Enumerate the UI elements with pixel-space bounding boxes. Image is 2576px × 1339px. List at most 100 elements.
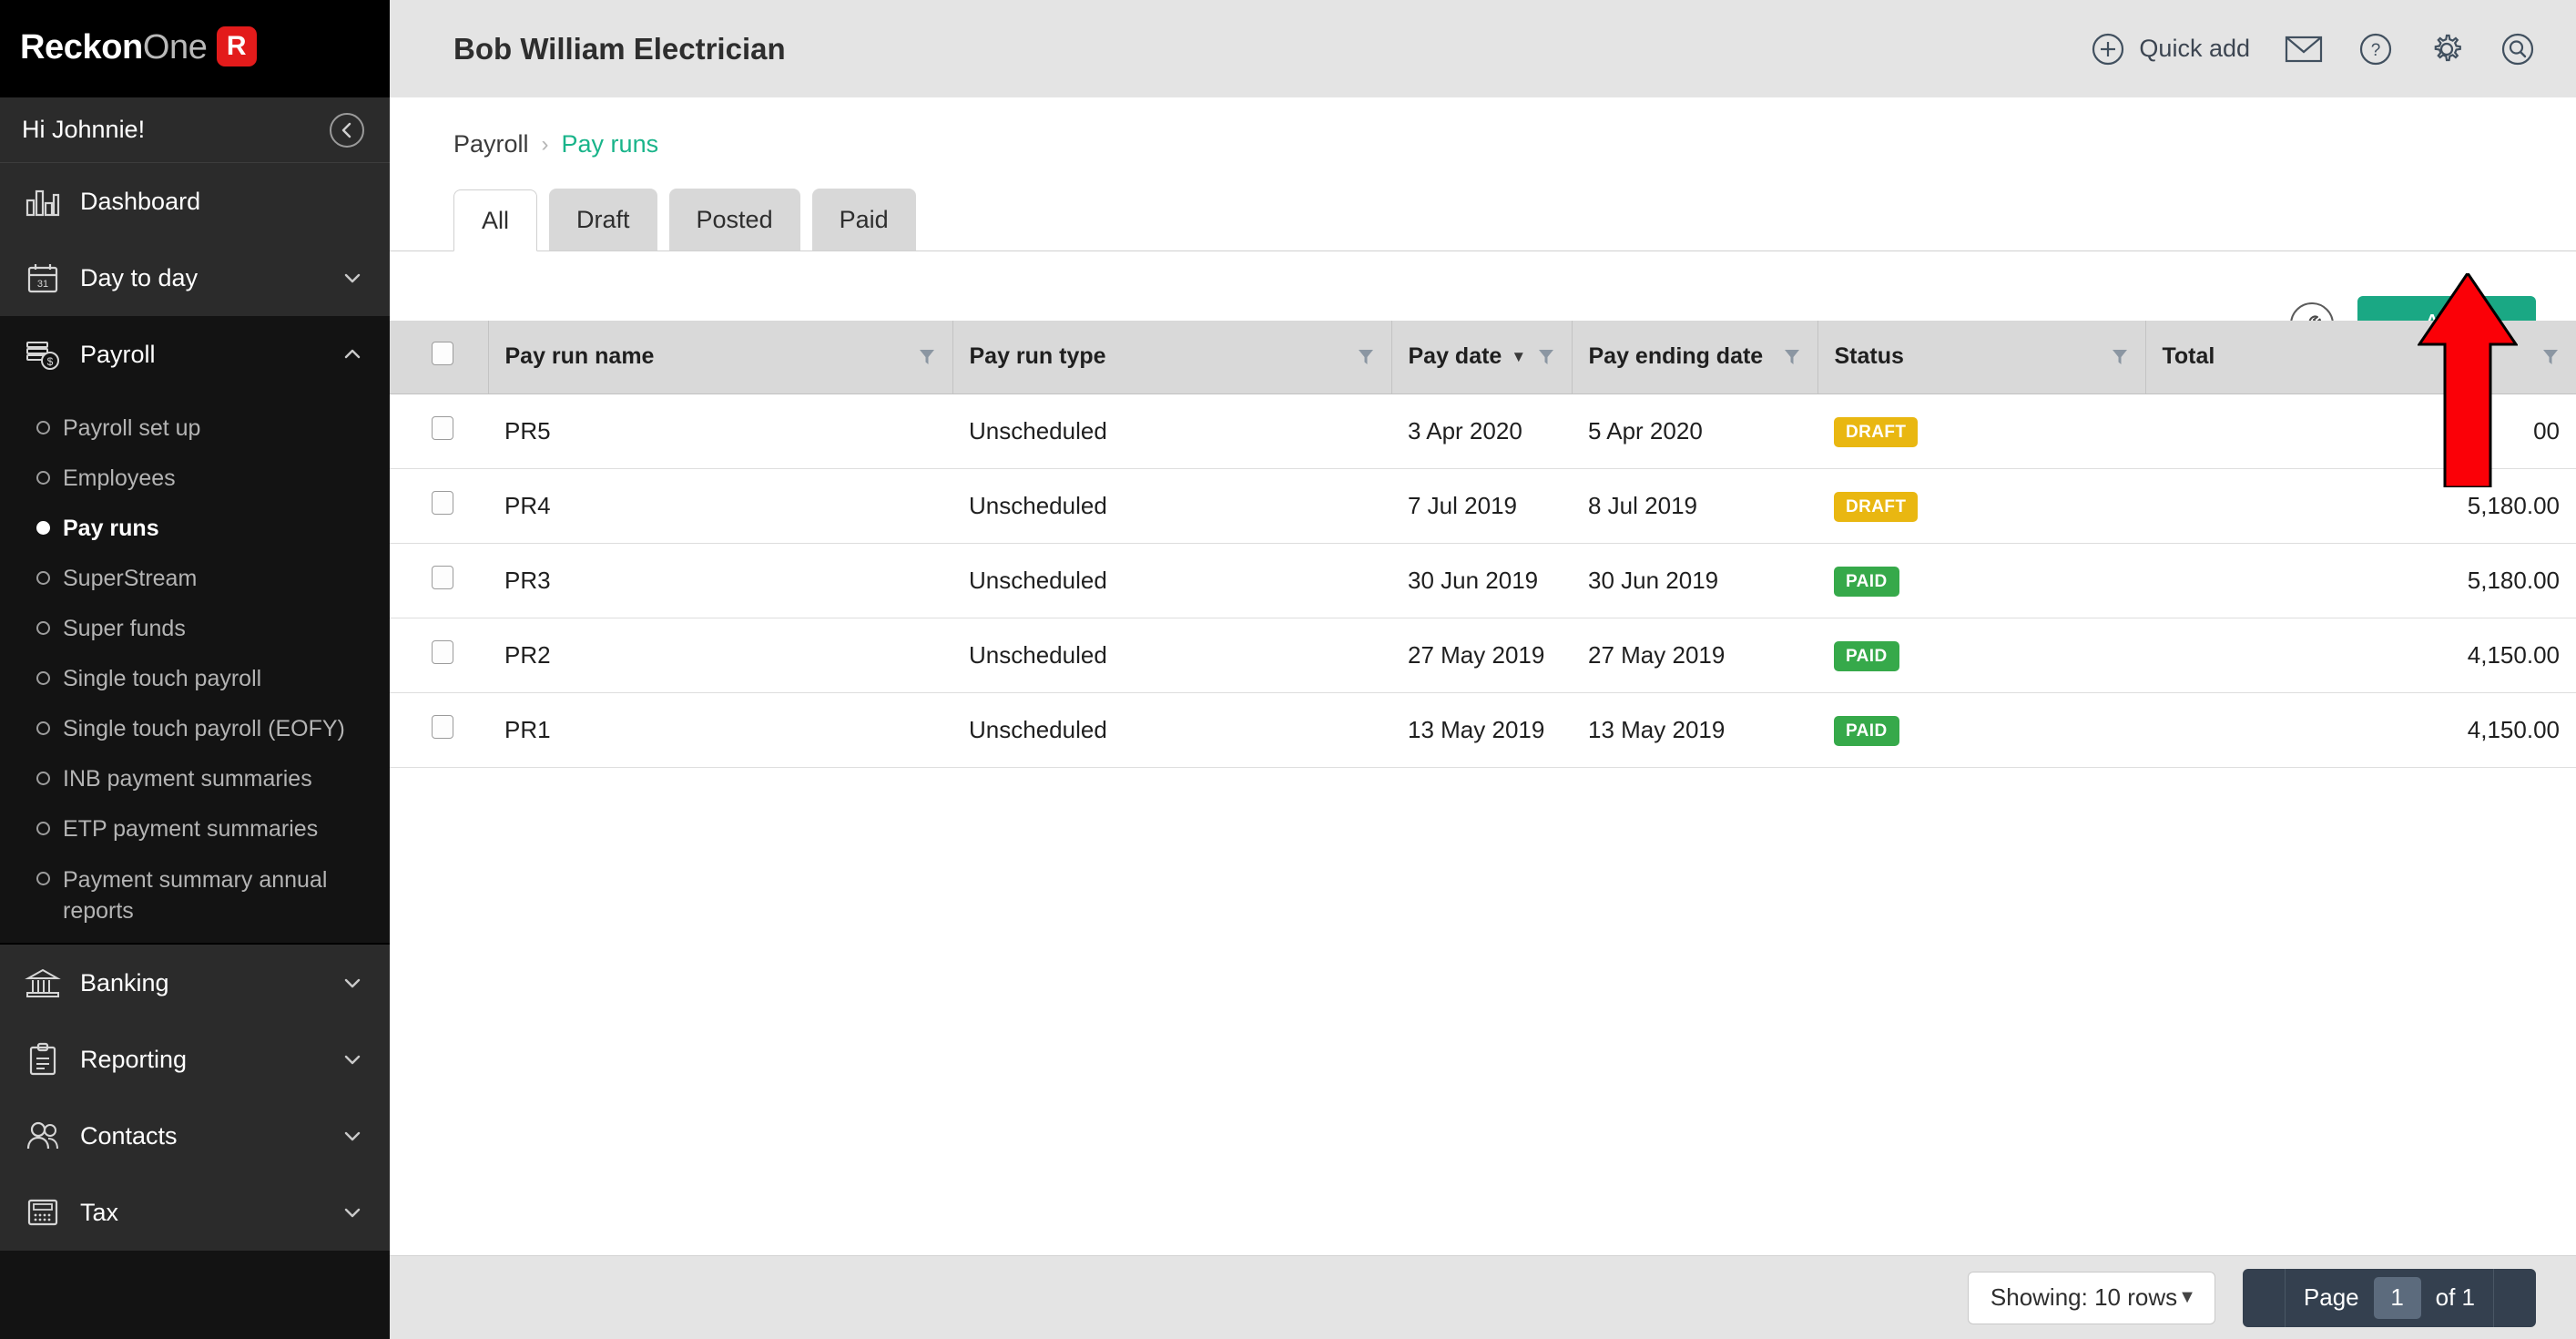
sidebar-subitem-pay-runs[interactable]: Pay runs	[0, 504, 390, 554]
table-row[interactable]: PR3 Unscheduled 30 Jun 2019 30 Jun 2019 …	[390, 543, 2576, 618]
breadcrumb: Payroll › Pay runs	[390, 97, 2576, 158]
table-row[interactable]: PR2 Unscheduled 27 May 2019 27 May 2019 …	[390, 618, 2576, 693]
cell-pay-run-name: PR3	[488, 543, 952, 618]
sidebar-subitem-super-funds[interactable]: Super funds	[0, 604, 390, 654]
previous-page-button[interactable]	[2243, 1269, 2285, 1327]
column-header-pay-date[interactable]: Pay date ▼	[1391, 321, 1573, 394]
breadcrumb-parent[interactable]: Payroll	[453, 130, 529, 158]
sidebar-item-label: Reporting	[80, 1045, 188, 1073]
tab-all[interactable]: All	[453, 189, 538, 251]
sidebar-item-label: Payroll	[80, 340, 156, 368]
page-title: Bob William Electrician	[453, 31, 786, 66]
table-footer: Showing: 10 rows ▼ Page 1 of 1	[390, 1255, 2576, 1339]
filter-icon[interactable]	[1357, 347, 1375, 367]
bullet-filled-icon	[36, 521, 50, 535]
tab-draft[interactable]: Draft	[549, 189, 657, 250]
column-header-pay-run-type[interactable]: Pay run type	[952, 321, 1392, 394]
filter-icon[interactable]	[2541, 347, 2560, 367]
main-area: Bob William Electrician Quick add ? Payr…	[390, 0, 2576, 1339]
bullet-icon	[36, 721, 50, 735]
tab-paid[interactable]: Paid	[811, 189, 916, 250]
column-label: Pay run name	[504, 343, 655, 370]
cell-pay-run-type: Unscheduled	[952, 543, 1391, 618]
cell-total: 00	[2145, 394, 2576, 469]
sidebar-subitem-payroll-set-up[interactable]: Payroll set up	[0, 404, 390, 454]
sidebar-subitem-single-touch-payroll-eofy[interactable]: Single touch payroll (EOFY)	[0, 704, 390, 754]
table-row[interactable]: PR5 Unscheduled 3 Apr 2020 5 Apr 2020 DR…	[390, 394, 2576, 469]
sidebar-subitem-label: Super funds	[63, 616, 186, 641]
sidebar-subitem-employees[interactable]: Employees	[0, 454, 390, 504]
app-logo[interactable]: ReckonOne R	[0, 0, 390, 97]
sidebar-item-reporting[interactable]: Reporting	[0, 1021, 390, 1098]
pay-runs-table: Pay run name Pay run type Pay date ▼ Pay…	[390, 321, 2576, 768]
status-tabs: All Draft Posted Paid	[390, 186, 2576, 251]
chevron-down-icon	[344, 1131, 361, 1141]
quick-add-button[interactable]: Quick add	[2090, 31, 2250, 67]
column-header-status[interactable]: Status	[1817, 321, 2146, 394]
sidebar-subitem-label: Single touch payroll	[63, 666, 262, 691]
cell-pay-date: 3 Apr 2020	[1391, 394, 1572, 469]
filter-icon[interactable]	[918, 347, 936, 367]
cell-pay-ending-date: 8 Jul 2019	[1572, 468, 1817, 544]
cell-pay-run-name: PR1	[488, 692, 952, 768]
greeting-text: Hi Johnnie!	[22, 116, 146, 143]
filter-icon[interactable]	[2111, 347, 2129, 367]
cell-pay-ending-date: 27 May 2019	[1572, 618, 1817, 693]
settings-button[interactable]	[2428, 31, 2465, 67]
column-label: Status	[1834, 343, 1904, 370]
gear-icon	[2434, 34, 2461, 61]
row-checkbox[interactable]	[432, 714, 453, 739]
table-row[interactable]: PR4 Unscheduled 7 Jul 2019 8 Jul 2019 DR…	[390, 468, 2576, 544]
row-select-cell	[390, 394, 488, 469]
filter-icon[interactable]	[1537, 347, 1555, 367]
sidebar-subitem-single-touch-payroll[interactable]: Single touch payroll	[0, 654, 390, 704]
sidebar-subitem-label: Payment summary annual reports	[63, 867, 328, 924]
rows-per-page-select[interactable]: Showing: 10 rows ▼	[1967, 1271, 2215, 1324]
page-total-label: of 1	[2435, 1283, 2475, 1311]
cell-total: 4,150.00	[2145, 618, 2576, 693]
column-label: Pay date	[1408, 343, 1502, 370]
table-row[interactable]: PR1 Unscheduled 13 May 2019 13 May 2019 …	[390, 692, 2576, 768]
breadcrumb-current[interactable]: Pay runs	[562, 130, 659, 158]
row-checkbox[interactable]	[432, 415, 453, 440]
page-number-input[interactable]: 1	[2373, 1276, 2421, 1319]
calendar-31-icon: 31	[24, 259, 62, 297]
sidebar-item-day-to-day[interactable]: 31 Day to day	[0, 240, 390, 316]
next-page-button[interactable]	[2494, 1269, 2536, 1327]
cell-pay-run-name: PR4	[488, 468, 952, 544]
status-badge: DRAFT	[1834, 491, 1919, 522]
cell-total: 5,180.00	[2145, 543, 2576, 618]
sidebar-subitem-etp-payment-summaries[interactable]: ETP payment summaries	[0, 804, 390, 854]
column-header-pay-ending-date[interactable]: Pay ending date	[1572, 321, 1818, 394]
sidebar-item-banking[interactable]: Banking	[0, 945, 390, 1021]
column-header-total[interactable]: Total	[2145, 321, 2576, 394]
row-select-cell	[390, 468, 488, 544]
sidebar-item-dashboard[interactable]: Dashboard	[0, 163, 390, 240]
cell-pay-run-name: PR5	[488, 394, 952, 469]
help-button[interactable]: ?	[2357, 31, 2394, 67]
filter-icon[interactable]	[1783, 347, 1801, 367]
sidebar-item-contacts[interactable]: Contacts	[0, 1098, 390, 1174]
row-checkbox[interactable]	[432, 565, 453, 589]
search-button[interactable]	[2500, 31, 2536, 67]
sidebar-subitem-payment-summary-annual-reports[interactable]: Payment summary annual reports	[0, 854, 390, 926]
page-label: Page	[2303, 1283, 2359, 1311]
svg-text:31: 31	[37, 279, 48, 290]
select-all-checkbox[interactable]	[432, 342, 453, 366]
sidebar-subitem-label: ETP payment summaries	[63, 816, 319, 842]
cell-status: DRAFT	[1817, 394, 2145, 469]
sidebar-item-payroll[interactable]: $ Payroll	[0, 316, 390, 393]
sidebar-collapse-button[interactable]	[330, 112, 364, 148]
column-header-pay-run-name[interactable]: Pay run name	[488, 321, 953, 394]
tab-posted[interactable]: Posted	[668, 189, 800, 250]
sidebar-item-label: Day to day	[80, 263, 199, 291]
top-header: Bob William Electrician Quick add ?	[390, 0, 2576, 97]
sidebar-subitem-superstream[interactable]: SuperStream	[0, 554, 390, 604]
svg-text:$: $	[47, 355, 54, 368]
sidebar-subitem-inb-payment-summaries[interactable]: INB payment summaries	[0, 754, 390, 804]
row-checkbox[interactable]	[432, 490, 453, 515]
bank-icon	[24, 964, 62, 1002]
mail-button[interactable]	[2285, 35, 2323, 64]
sidebar-item-tax[interactable]: Tax	[0, 1174, 390, 1251]
row-checkbox[interactable]	[432, 639, 453, 664]
